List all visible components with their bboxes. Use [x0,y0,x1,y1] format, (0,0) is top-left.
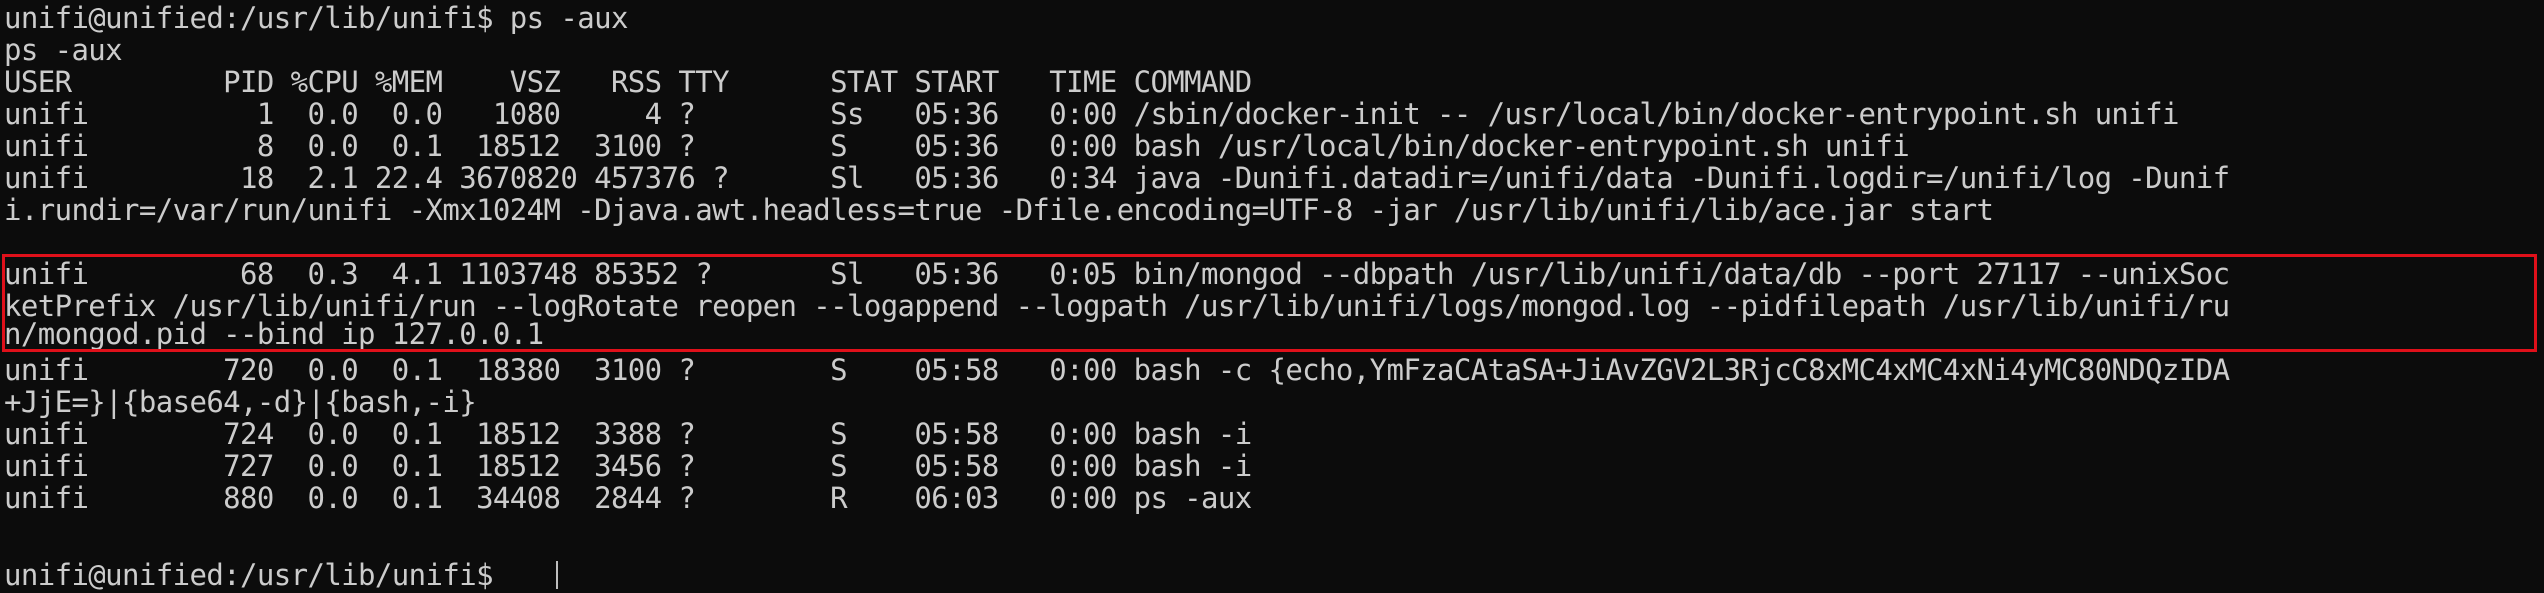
text-cursor [556,561,558,589]
echoed-command-line: ps -aux [4,33,123,67]
process-line-pid-1: unifi 1 0.0 0.0 1080 4 ? Ss 05:36 0:00 /… [4,97,2179,131]
process-line-pid-18-cont: i.rundir=/var/run/unifi -Xmx1024M -Djava… [4,193,1994,227]
process-line-pid-880: unifi 880 0.0 0.1 34408 2844 ? R 06:03 0… [4,481,1252,515]
mongod-highlight-box [2,254,2537,352]
ps-header-line: USER PID %CPU %MEM VSZ RSS TTY STAT STAR… [4,65,1252,99]
prompt-line: unifi@unified:/usr/lib/unifi$ ps -aux [4,1,628,35]
terminal-window[interactable]: unifi@unified:/usr/lib/unifi$ ps -aux ps… [0,0,2544,593]
process-line-pid-720-cont: +JjE=}|{base64,-d}|{bash,-i} [4,385,477,419]
process-line-pid-18: unifi 18 2.1 22.4 3670820 457376 ? Sl 05… [4,161,2230,195]
process-line-pid-720: unifi 720 0.0 0.1 18380 3100 ? S 05:58 0… [4,353,2230,387]
current-prompt-line[interactable]: unifi@unified:/usr/lib/unifi$ [4,559,510,591]
process-line-pid-8: unifi 8 0.0 0.1 18512 3100 ? S 05:36 0:0… [4,129,1910,163]
process-line-pid-727: unifi 727 0.0 0.1 18512 3456 ? S 05:58 0… [4,449,1252,483]
process-line-pid-724: unifi 724 0.0 0.1 18512 3388 ? S 05:58 0… [4,417,1252,451]
